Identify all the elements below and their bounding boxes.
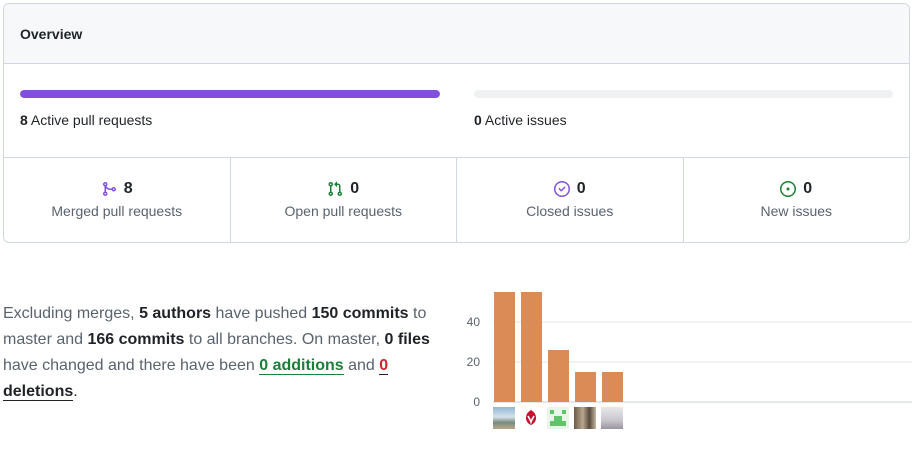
closed-issues-label: Closed issues: [526, 202, 614, 219]
issue-opened-icon: [780, 180, 797, 197]
portrait-avatar[interactable]: [601, 407, 623, 429]
bar: [494, 292, 515, 402]
new-issues-count: 0: [803, 179, 813, 197]
pull-requests-progress-track: [20, 90, 440, 98]
active-issues-label: Active issues: [481, 112, 567, 128]
closed-issues-stat[interactable]: 0 Closed issues: [457, 158, 684, 242]
git-pull-request-icon: [327, 181, 343, 197]
y-tick-label: 0: [473, 395, 480, 407]
merged-pull-requests-label: Merged pull requests: [51, 202, 183, 219]
summary-text: have pushed: [211, 305, 312, 322]
deletions-count: 0: [379, 357, 389, 374]
bar: [602, 372, 623, 402]
additions-count: 0 additions: [259, 357, 344, 374]
issue-closed-icon: [553, 180, 570, 197]
deletions-label: deletions: [3, 383, 74, 400]
merged-pull-requests-stat[interactable]: 8 Merged pull requests: [4, 158, 231, 242]
pull-requests-progress[interactable]: 8 Active pull requests: [20, 90, 440, 128]
y-tick-label: 40: [467, 315, 481, 329]
summary-text: have changed and there have been: [3, 357, 260, 374]
active-issues-count: 0: [474, 112, 482, 128]
additions-link[interactable]: 0 additions: [259, 357, 344, 375]
bar: [548, 350, 569, 402]
green-pixel-avatar[interactable]: [547, 407, 569, 429]
authors-count: 5 authors: [139, 305, 212, 322]
active-pull-requests-label: Active pull requests: [27, 112, 153, 128]
landscape-avatar[interactable]: [493, 407, 515, 429]
bar: [575, 372, 596, 402]
open-pull-requests-label: Open pull requests: [284, 202, 403, 219]
chart-canvas: 0 20 40: [467, 292, 912, 407]
open-pull-requests-count: 0: [350, 179, 360, 197]
all-branches-commits-count: 166 commits: [87, 331, 185, 348]
summary-text: to all branches. On master,: [184, 331, 385, 348]
master-commits-count: 150 commits: [311, 305, 409, 322]
new-issues-label: New issues: [760, 202, 833, 219]
active-pull-requests-count: 8: [20, 112, 28, 128]
contributors-bar-chart: 0 20 40: [460, 280, 914, 440]
red-logo-avatar[interactable]: [520, 407, 542, 429]
overview-header: Overview: [4, 4, 909, 64]
merged-pull-requests-count: 8: [123, 179, 133, 197]
issues-progress[interactable]: 0 Active issues: [474, 90, 893, 128]
new-issues-stat[interactable]: 0 New issues: [684, 158, 910, 242]
y-tick-label: 20: [467, 355, 481, 369]
overview-panel: Overview 8 Active pull requests 0 Active…: [3, 3, 910, 243]
closed-issues-count: 0: [576, 179, 586, 197]
summary-text: .: [73, 383, 78, 400]
overview-title: Overview: [20, 25, 83, 42]
photo-avatar[interactable]: [574, 407, 596, 429]
git-merge-icon: [101, 181, 117, 197]
commit-summary: Excluding merges, 5 authors have pushed …: [3, 301, 457, 405]
active-pull-requests-text[interactable]: 8 Active pull requests: [20, 112, 440, 128]
issues-progress-track: [474, 90, 893, 98]
summary-text: and: [343, 357, 380, 374]
files-changed-count: 0 files: [384, 331, 430, 348]
stats-row: 8 Merged pull requests 0 Open pull reque…: [4, 158, 909, 242]
active-issues-text[interactable]: 0 Active issues: [474, 112, 893, 128]
open-pull-requests-stat[interactable]: 0 Open pull requests: [231, 158, 457, 242]
pull-requests-progress-fill: [20, 90, 440, 98]
activity-progress-row: 8 Active pull requests 0 Active issues: [4, 64, 909, 158]
summary-text: Excluding merges,: [3, 305, 140, 322]
bar: [521, 292, 542, 402]
